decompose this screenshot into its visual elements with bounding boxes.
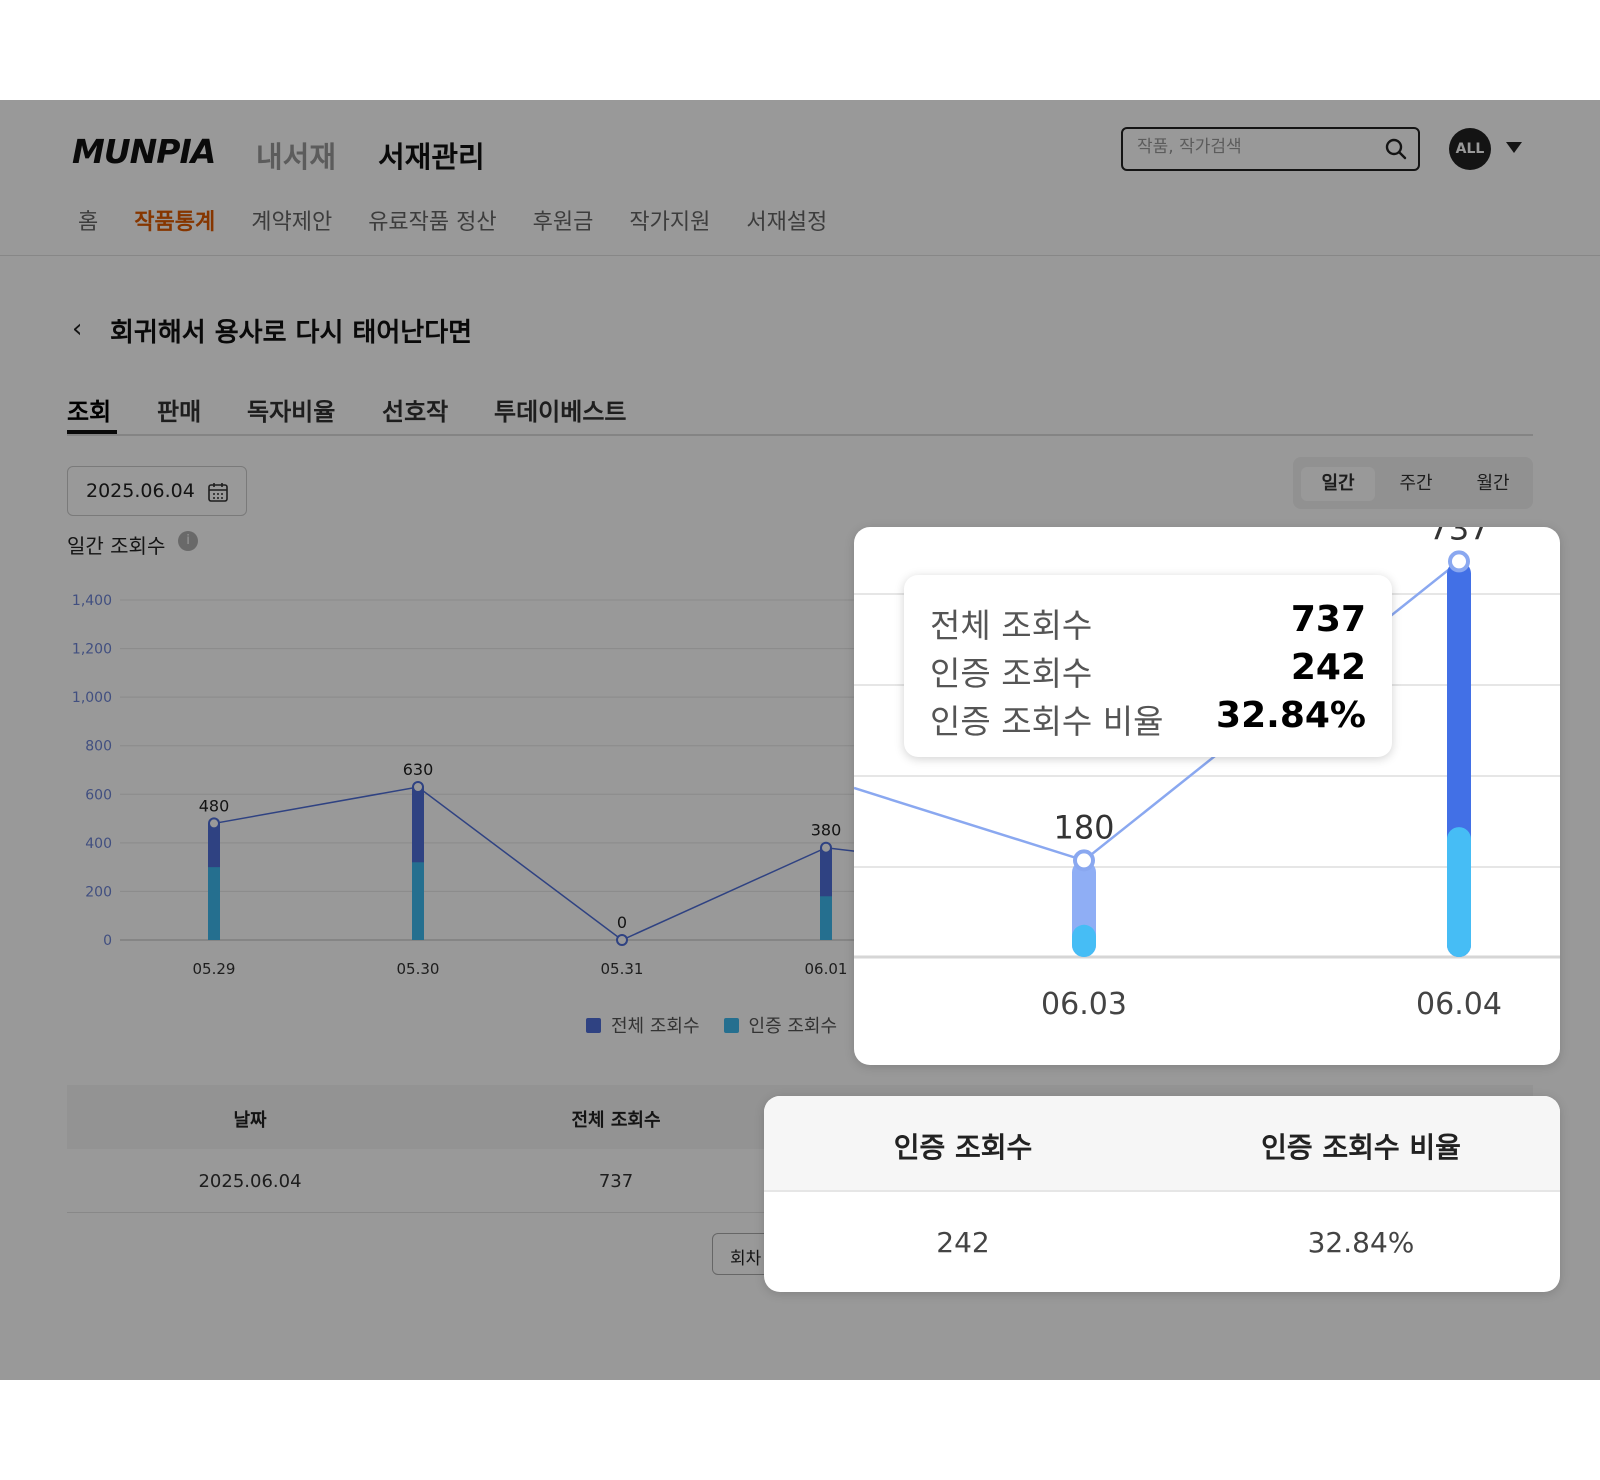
line-point <box>1073 849 1095 872</box>
tooltip-row-certified: 인증 조회수 242 <box>930 647 1366 693</box>
zoomed-cell-certified: 242 <box>936 1226 990 1259</box>
x-tick-label: 06.04 <box>1416 987 1502 1022</box>
bar-certified <box>1072 924 1096 957</box>
zoomed-table-panel: 인증 조회수 인증 조회수 비율 242 32.84% <box>764 1096 1560 1292</box>
line-point <box>1448 550 1470 573</box>
tooltip-value-ratio: 32.84% <box>1216 695 1366 736</box>
tooltip-value-total: 737 <box>1290 599 1366 640</box>
zoomed-chart-panel: 180 06.03 737 06.04 전체 조회수 737 인증 조회수 242 인… <box>854 527 1560 1065</box>
zoomed-col-header-ratio: 인증 조회수 비율 <box>1261 1131 1461 1164</box>
bar-certified <box>1447 827 1471 957</box>
tooltip-value-certified: 242 <box>1290 647 1366 688</box>
zoomed-col-header-certified: 인증 조회수 <box>893 1131 1033 1164</box>
tooltip-row-total: 전체 조회수 737 <box>930 599 1366 645</box>
data-label: 737 <box>1428 527 1489 547</box>
tooltip-row-ratio: 인증 조회수 비율 32.84% <box>930 695 1366 741</box>
tooltip-label-total: 전체 조회수 <box>930 606 1093 645</box>
chart-tooltip: 전체 조회수 737 인증 조회수 242 인증 조회수 비율 32.84% <box>904 575 1392 757</box>
tooltip-label-certified: 인증 조회수 <box>930 654 1093 693</box>
screenshot-stage: MUNPIA 내서재 서재관리 ALL 홈 작품통계 계약제안 유료작품 정산 … <box>0 0 1600 1480</box>
tooltip-label-ratio: 인증 조회수 비율 <box>930 702 1164 741</box>
data-label: 180 <box>1053 808 1114 846</box>
zoomed-cell-ratio: 32.84% <box>1307 1226 1415 1259</box>
x-tick-label: 06.03 <box>1041 987 1127 1022</box>
